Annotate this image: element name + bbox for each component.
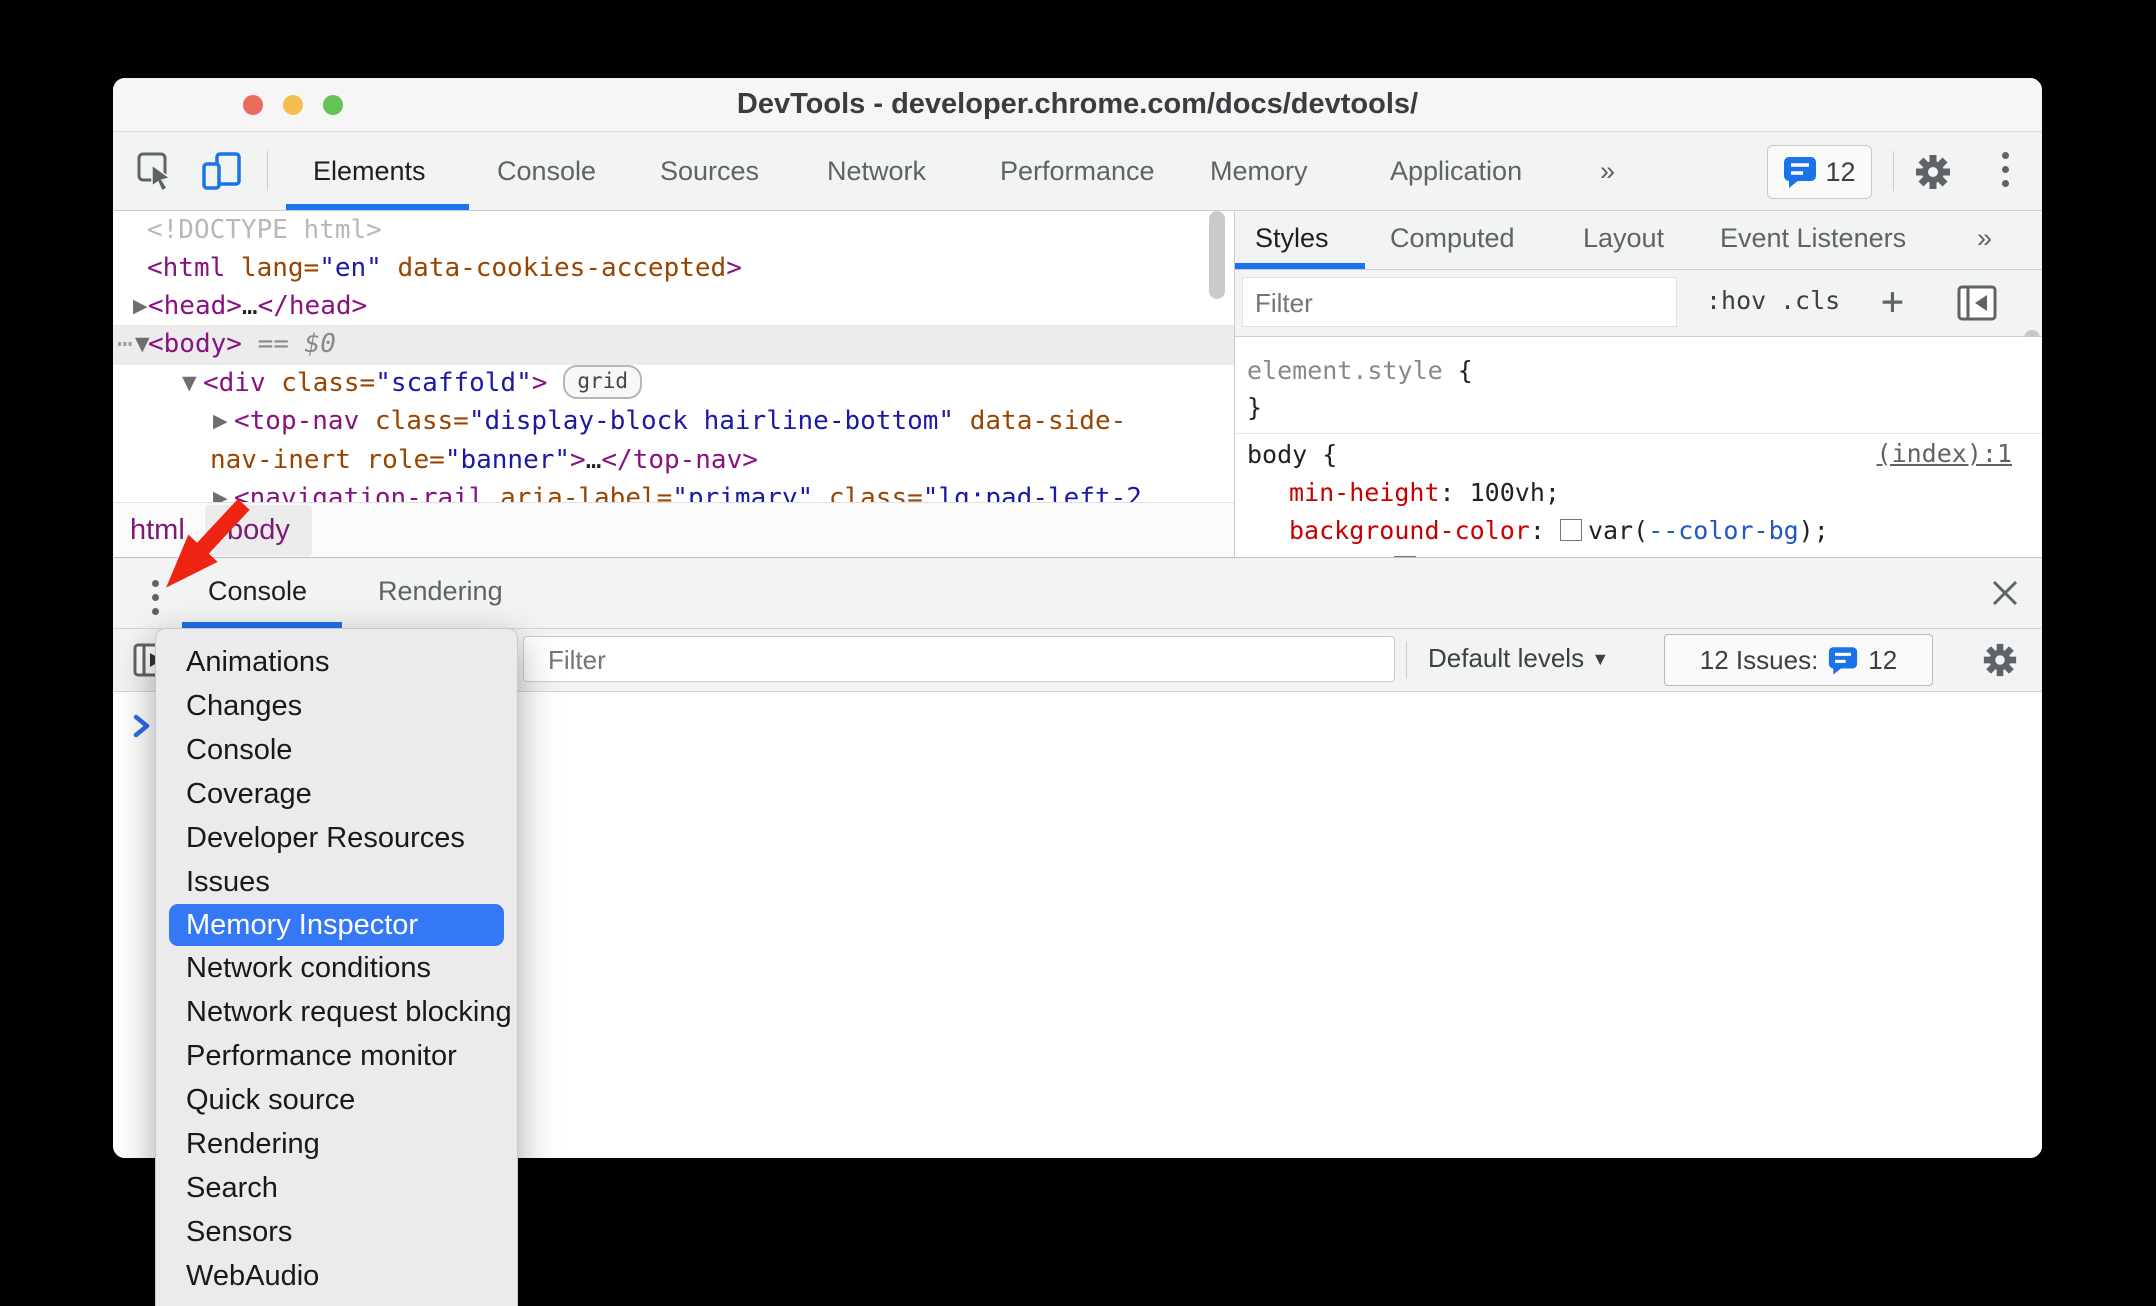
element-style-rule[interactable]: element.style { [1247, 355, 1473, 387]
menu-item-network-request-blocking[interactable]: Network request blocking [156, 990, 517, 1034]
console-issues-count: 12 [1868, 644, 1898, 675]
styles-tab-strip: Styles Computed Layout Event Listeners » [1235, 211, 2042, 270]
window-title: DevTools - developer.chrome.com/docs/dev… [736, 88, 1419, 120]
issues-chat-icon [1784, 157, 1817, 188]
menu-item-console[interactable]: Console [156, 728, 517, 772]
main-tab-elements[interactable]: Elements [313, 132, 426, 210]
styles-tab-layout[interactable]: Layout [1583, 211, 1664, 269]
css-property-min-height[interactable]: min-height: 100vh; [1289, 477, 1560, 509]
menu-item-coverage[interactable]: Coverage [156, 772, 517, 816]
dropdown-caret-icon: ▼ [1591, 649, 1610, 669]
drawer-tab-rendering[interactable]: Rendering [378, 558, 503, 628]
dom-node-line[interactable]: ⋯ ▼ <body> == $0 [113, 325, 1234, 364]
styles-filter-input[interactable]: Filter [1242, 277, 1677, 327]
rule-separator [1235, 433, 2042, 434]
issues-chat-icon-small [1829, 646, 1858, 675]
dom-node-line[interactable]: <!DOCTYPE html> [113, 211, 1234, 250]
menu-item-changes[interactable]: Changes [156, 684, 517, 728]
node-overflow-dots[interactable]: ⋯ [117, 325, 133, 364]
color-swatch[interactable] [1559, 519, 1582, 541]
menu-item-issues[interactable]: Issues [156, 860, 517, 904]
menu-item-quick-source[interactable]: Quick source [156, 1078, 517, 1122]
device-toolbar-icon[interactable] [201, 152, 243, 190]
menu-item-network-conditions[interactable]: Network conditions [156, 946, 517, 990]
dom-node-line[interactable]: ▼ <div class="scaffold"> grid [113, 364, 1234, 403]
close-drawer-icon[interactable] [1991, 579, 2019, 607]
grid-badge[interactable]: grid [563, 365, 642, 399]
title-bar: DevTools - developer.chrome.com/docs/dev… [113, 78, 2042, 132]
dom-node-line[interactable]: ▶ <head>…</head> [113, 287, 1234, 326]
toolbar-separator [267, 151, 268, 191]
styles-more-tabs-chevron[interactable]: » [1977, 211, 1992, 269]
hov-toggle[interactable]: :hov [1706, 270, 1766, 336]
main-tab-memory[interactable]: Memory [1210, 132, 1308, 210]
settings-gear-icon[interactable] [1913, 152, 1953, 192]
breadcrumb: html body [113, 502, 1234, 558]
dom-node-line[interactable]: nav-inert role="banner">…</top-nav> [113, 441, 1234, 480]
console-filter-input[interactable]: Filter [523, 636, 1395, 682]
active-tab-underline [286, 204, 469, 210]
main-tab-application[interactable]: Application [1390, 132, 1522, 210]
css-property-background-color[interactable]: background-color: var(--color-bg); [1289, 515, 1829, 547]
screenshot-canvas: DevTools - developer.chrome.com/docs/dev… [0, 0, 2156, 1306]
body-rule-selector[interactable]: body { [1247, 439, 1337, 471]
menu-item-search[interactable]: Search [156, 1166, 517, 1210]
stylesheet-source-link[interactable]: (index):1 [1877, 439, 2012, 468]
elements-scrollbar[interactable] [1209, 211, 1225, 299]
drawer-menu-kebab-icon[interactable] [152, 580, 159, 615]
menu-item-sensors[interactable]: Sensors [156, 1210, 517, 1254]
console-prompt-icon [133, 714, 150, 738]
expand-arrow-closed-icon[interactable]: ▶ [213, 402, 228, 441]
drawer-more-tools-menu: Animations Changes Console Coverage Develope… [155, 628, 518, 1306]
expand-arrow-closed-icon[interactable]: ▶ [133, 287, 148, 326]
issues-label: 12 Issues: [1699, 644, 1819, 675]
issues-badge-button[interactable]: 12 [1767, 145, 1872, 199]
menu-item-rendering[interactable]: Rendering [156, 1122, 517, 1166]
log-levels-dropdown[interactable]: Default levels ▼ [1428, 629, 1609, 691]
main-menu-kebab-icon[interactable] [2002, 152, 2009, 187]
styles-rules: element.style { } body { (index):1 min-h… [1235, 337, 2042, 580]
menu-item-developer-resources[interactable]: Developer Resources [156, 816, 517, 860]
menu-item-performance-monitor[interactable]: Performance monitor [156, 1034, 517, 1078]
toolbar-separator-2 [1893, 151, 1894, 191]
styles-tab-event-listeners[interactable]: Event Listeners [1720, 211, 1906, 269]
styles-sidebar: Styles Computed Layout Event Listeners » Fi… [1235, 211, 2042, 580]
main-tab-sources[interactable]: Sources [660, 132, 759, 210]
new-style-rule-button[interactable]: + [1881, 270, 1904, 336]
menu-item-memory-inspector[interactable]: Memory Inspector [169, 904, 504, 946]
menu-item-webaudio[interactable]: WebAudio [156, 1254, 517, 1298]
drawer-tab-console[interactable]: Console [208, 558, 307, 628]
main-tab-console[interactable]: Console [497, 132, 596, 210]
main-tab-performance[interactable]: Performance [1000, 132, 1155, 210]
inspect-element-icon[interactable] [136, 151, 176, 191]
styles-tab-styles[interactable]: Styles [1255, 211, 1329, 269]
menu-item-animations[interactable]: Animations [156, 640, 517, 684]
dom-node-line[interactable]: ▶ <top-nav class="display-block hairline-… [113, 402, 1234, 441]
dom-node-line[interactable]: <html lang="en" data-cookies-accepted> [113, 249, 1234, 288]
console-toolbar-separator [1406, 641, 1407, 679]
console-settings-gear-icon[interactable] [1981, 641, 2019, 679]
main-tab-network[interactable]: Network [827, 132, 926, 210]
main-toolbar: Elements Console Sources Network Performance… [113, 132, 2042, 211]
expand-arrow-open-icon[interactable]: ▼ [182, 364, 197, 403]
more-tabs-chevron[interactable]: » [1600, 132, 1615, 210]
sidebar-toggle-icon[interactable] [1957, 285, 1997, 321]
styles-filter-row: Filter :hov .cls + [1235, 270, 2042, 445]
cls-toggle[interactable]: .cls [1780, 270, 1840, 336]
styles-tab-computed[interactable]: Computed [1390, 211, 1515, 269]
issues-count: 12 [1825, 156, 1856, 187]
styles-active-underline [1235, 263, 1365, 269]
drawer-tab-strip: Console Rendering [113, 558, 2042, 629]
element-style-close: } [1247, 393, 1263, 422]
console-issues-button[interactable]: 12 Issues: 12 [1664, 634, 1933, 686]
